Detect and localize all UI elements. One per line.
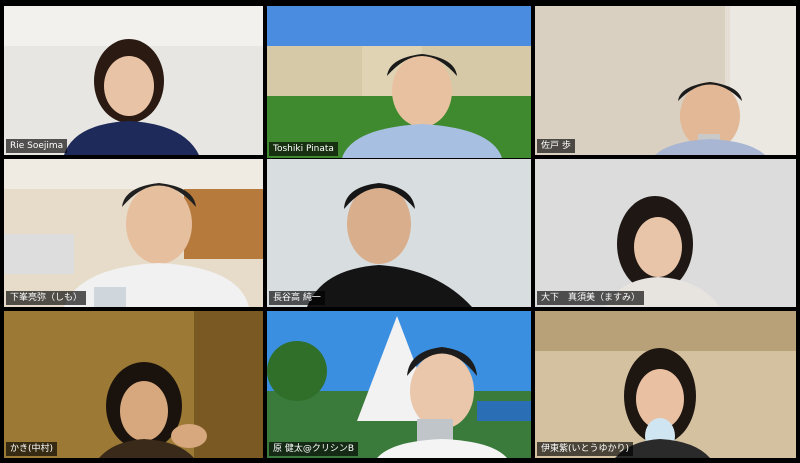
video-tile-hara-kenta[interactable]: 原 健太@クリシンB: [267, 311, 531, 458]
video-feed: [535, 311, 796, 458]
video-feed: [267, 311, 531, 458]
video-tile-ito-yukari[interactable]: 伊東紫(いとうゆかり): [535, 311, 796, 458]
participant-name: 下峯亮弥（しも）: [6, 291, 87, 305]
video-tile-sato-ayumu[interactable]: 佐戸 歩: [535, 6, 796, 155]
participant-name: かき(中村): [6, 442, 58, 456]
participant-name: 伊東紫(いとうゆかり): [537, 442, 634, 456]
video-feed: [267, 6, 531, 158]
participant-name: 大下 真須美（ますみ）: [537, 291, 645, 305]
video-feed: [4, 159, 263, 307]
participant-name: Toshiki Pinata: [269, 142, 338, 156]
video-tile-oshita[interactable]: 大下 真須美（ますみ）: [535, 159, 796, 307]
participant-name: 長谷高 純一: [269, 291, 325, 305]
participant-name: 原 健太@クリシンB: [269, 442, 359, 456]
video-tile-toshiki-pinata[interactable]: Toshiki Pinata: [267, 6, 531, 158]
video-feed: [4, 311, 263, 458]
video-feed: [535, 6, 796, 155]
video-feed: [535, 159, 796, 307]
participant-name: Rie Soejima: [6, 139, 68, 153]
video-tile-haseko[interactable]: 長谷高 純一: [267, 159, 531, 307]
participant-name: 佐戸 歩: [537, 139, 575, 153]
video-tile-rie-soejima[interactable]: Rie Soejima: [4, 6, 263, 155]
video-tile-kaki[interactable]: かき(中村): [4, 311, 263, 458]
video-feed: [267, 159, 531, 307]
video-feed: [4, 6, 263, 155]
video-tile-shimomine[interactable]: 下峯亮弥（しも）: [4, 159, 263, 307]
